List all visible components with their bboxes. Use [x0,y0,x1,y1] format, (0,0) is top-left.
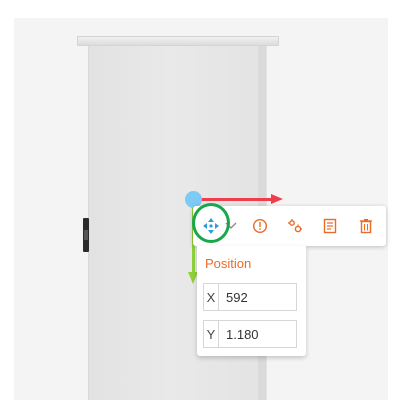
y-position-input[interactable] [219,326,296,342]
y-field-label: Y [204,321,219,347]
info-circle-icon [252,218,268,234]
x-position-field[interactable]: X [203,283,297,311]
move-button[interactable] [199,206,223,246]
y-position-field[interactable]: Y [203,320,297,348]
position-panel: Position X Y [197,246,306,356]
document-button[interactable] [315,206,345,246]
chevron-down-icon [225,222,237,230]
document-icon [323,218,337,234]
x-field-label: X [204,284,219,310]
object-toolbar [193,206,386,246]
settings-button[interactable] [280,206,310,246]
cabinet-top-lid [77,36,279,46]
info-button[interactable] [245,206,275,246]
x-position-input[interactable] [219,289,296,305]
delete-button[interactable] [351,206,381,246]
move-arrows-icon [202,217,220,235]
trash-icon [359,218,373,234]
mode-dropdown-button[interactable] [223,206,239,246]
cabinet-door-handle [83,218,89,252]
handle-grip [84,230,88,240]
gizmo-x-axis[interactable] [200,198,272,201]
gizmo-x-arrowhead[interactable] [271,194,283,204]
gears-icon [287,218,303,234]
position-panel-title: Position [205,256,252,271]
